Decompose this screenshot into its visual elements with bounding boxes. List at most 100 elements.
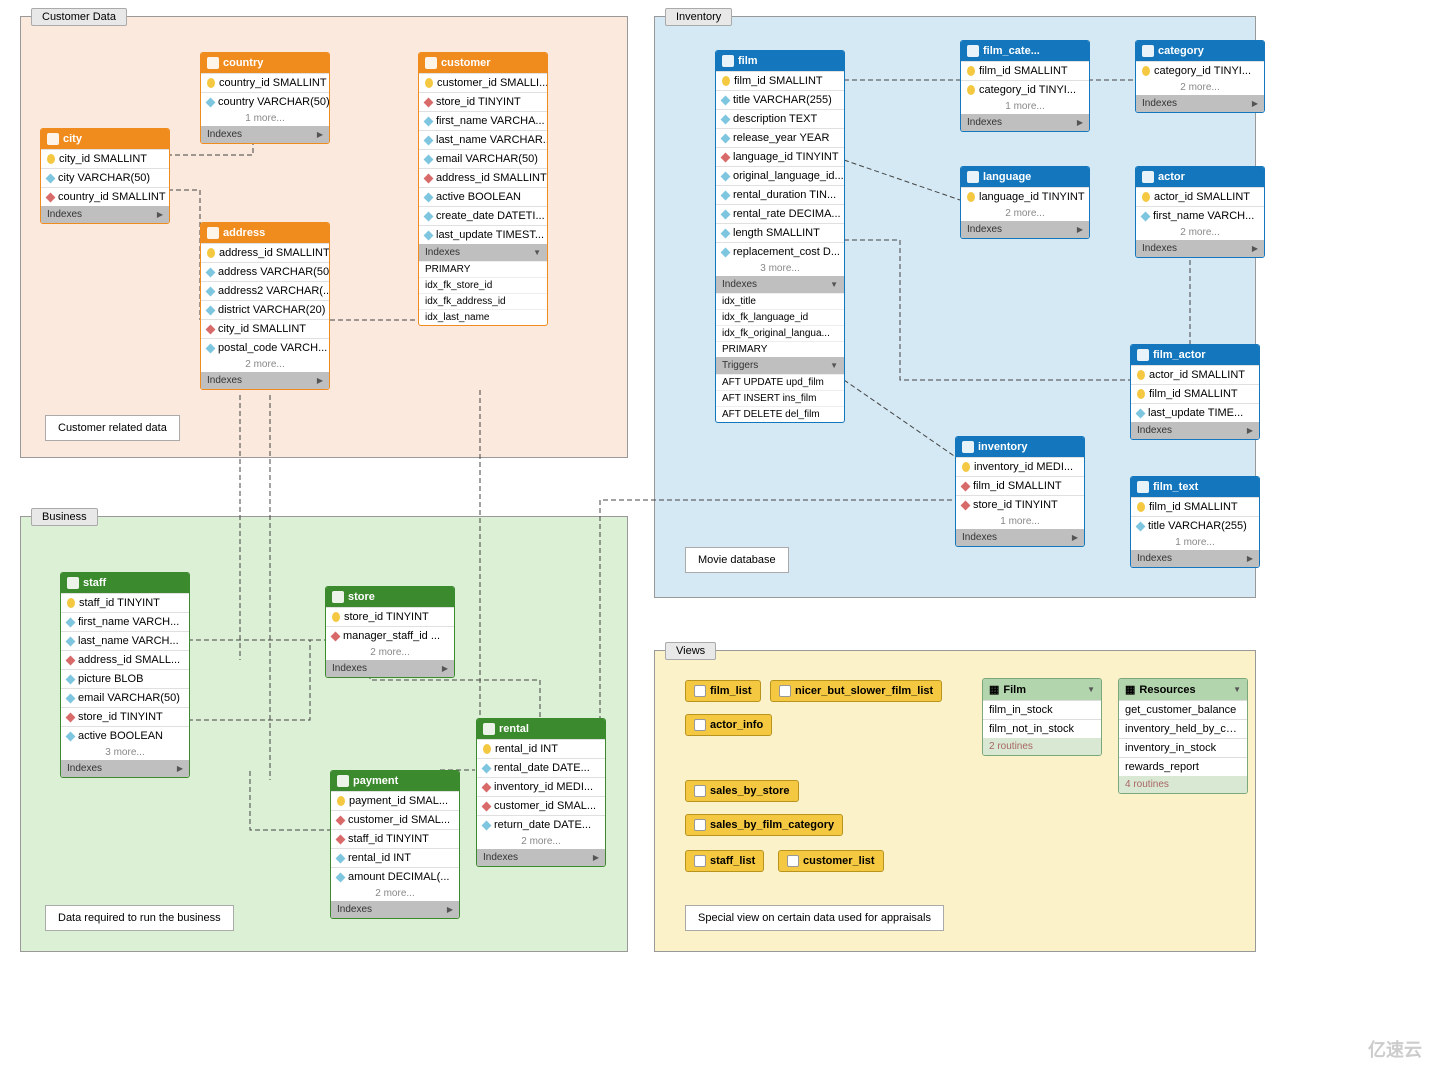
table-customer[interactable]: customercustomer_id SMALLI...store_id TI… — [418, 52, 548, 326]
column-row[interactable]: rental_date DATE... — [477, 758, 605, 777]
table-header[interactable]: film_cate... — [961, 41, 1089, 61]
column-row[interactable]: title VARCHAR(255) — [716, 90, 844, 109]
routine-row[interactable]: film_in_stock — [983, 700, 1101, 719]
section-indexes[interactable]: Indexes▶ — [61, 760, 189, 777]
column-row[interactable]: first_name VARCH... — [1136, 206, 1264, 225]
column-row[interactable]: last_name VARCHAR... — [419, 130, 547, 149]
section-indexes[interactable]: Indexes▶ — [956, 529, 1084, 546]
column-row[interactable]: picture BLOB — [61, 669, 189, 688]
column-row[interactable]: last_update TIMEST... — [419, 225, 547, 244]
column-row[interactable]: description TEXT — [716, 109, 844, 128]
routine-row[interactable]: get_customer_balance — [1119, 700, 1247, 719]
column-row[interactable]: address2 VARCHAR(... — [201, 281, 329, 300]
table-header[interactable]: address — [201, 223, 329, 243]
table-header[interactable]: city — [41, 129, 169, 149]
table-category[interactable]: categorycategory_id TINYI...2 more...Ind… — [1135, 40, 1265, 113]
column-row[interactable]: first_name VARCH... — [61, 612, 189, 631]
section-indexes[interactable]: Indexes▶ — [326, 660, 454, 677]
section-indexes[interactable]: Indexes▼ — [419, 244, 547, 261]
column-row[interactable]: film_id SMALLINT — [1131, 497, 1259, 516]
table-header[interactable]: store — [326, 587, 454, 607]
view-staff_list[interactable]: staff_list — [685, 850, 764, 872]
table-header[interactable]: inventory — [956, 437, 1084, 457]
index-row[interactable]: PRIMARY — [716, 341, 844, 357]
column-row[interactable]: address_id SMALLINT — [201, 243, 329, 262]
column-row[interactable]: active BOOLEAN — [419, 187, 547, 206]
column-row[interactable]: manager_staff_id ... — [326, 626, 454, 645]
more-indicator[interactable]: 2 more... — [1136, 225, 1264, 240]
table-header[interactable]: staff — [61, 573, 189, 593]
column-row[interactable]: rental_duration TIN... — [716, 185, 844, 204]
column-row[interactable]: amount DECIMAL(... — [331, 867, 459, 886]
column-row[interactable]: last_name VARCH... — [61, 631, 189, 650]
more-indicator[interactable]: 1 more... — [961, 99, 1089, 114]
more-indicator[interactable]: 1 more... — [1131, 535, 1259, 550]
column-row[interactable]: postal_code VARCH... — [201, 338, 329, 357]
column-row[interactable]: inventory_id MEDI... — [956, 457, 1084, 476]
column-row[interactable]: city VARCHAR(50) — [41, 168, 169, 187]
section-indexes[interactable]: Indexes▼ — [716, 276, 844, 293]
column-row[interactable]: return_date DATE... — [477, 815, 605, 834]
table-payment[interactable]: paymentpayment_id SMAL...customer_id SMA… — [330, 770, 460, 919]
column-row[interactable]: last_update TIME... — [1131, 403, 1259, 422]
column-row[interactable]: original_language_id... — [716, 166, 844, 185]
more-indicator[interactable]: 2 more... — [477, 834, 605, 849]
more-indicator[interactable]: 1 more... — [956, 514, 1084, 529]
section-indexes[interactable]: Indexes▶ — [961, 221, 1089, 238]
table-inventory_t[interactable]: inventoryinventory_id MEDI...film_id SMA… — [955, 436, 1085, 547]
more-indicator[interactable]: 3 more... — [716, 261, 844, 276]
column-row[interactable]: store_id TINYINT — [419, 92, 547, 111]
column-row[interactable]: customer_id SMAL... — [477, 796, 605, 815]
column-row[interactable]: release_year YEAR — [716, 128, 844, 147]
table-film_text[interactable]: film_textfilm_id SMALLINTtitle VARCHAR(2… — [1130, 476, 1260, 568]
more-indicator[interactable]: 1 more... — [201, 111, 329, 126]
table-staff[interactable]: staffstaff_id TINYINTfirst_name VARCH...… — [60, 572, 190, 778]
table-header[interactable]: payment — [331, 771, 459, 791]
column-row[interactable]: customer_id SMALLI... — [419, 73, 547, 92]
column-row[interactable]: city_id SMALLINT — [201, 319, 329, 338]
column-row[interactable]: address_id SMALL... — [61, 650, 189, 669]
table-film_category[interactable]: film_cate...film_id SMALLINTcategory_id … — [960, 40, 1090, 132]
table-header[interactable]: language — [961, 167, 1089, 187]
index-row[interactable]: AFT UPDATE upd_film — [716, 374, 844, 390]
table-language[interactable]: languagelanguage_id TINYINT2 more...Inde… — [960, 166, 1090, 239]
section-indexes[interactable]: Indexes▶ — [201, 126, 329, 143]
table-header[interactable]: country — [201, 53, 329, 73]
more-indicator[interactable]: 2 more... — [331, 886, 459, 901]
column-row[interactable]: store_id TINYINT — [326, 607, 454, 626]
index-row[interactable]: idx_fk_store_id — [419, 277, 547, 293]
column-row[interactable]: rental_rate DECIMA... — [716, 204, 844, 223]
table-rental[interactable]: rentalrental_id INTrental_date DATE...in… — [476, 718, 606, 867]
more-indicator[interactable]: 3 more... — [61, 745, 189, 760]
column-row[interactable]: category_id TINYI... — [961, 80, 1089, 99]
column-row[interactable]: staff_id TINYINT — [331, 829, 459, 848]
table-header[interactable]: category — [1136, 41, 1264, 61]
index-row[interactable]: idx_last_name — [419, 309, 547, 325]
more-indicator[interactable]: 2 more... — [201, 357, 329, 372]
table-header[interactable]: actor — [1136, 167, 1264, 187]
section-indexes[interactable]: Indexes▶ — [1136, 240, 1264, 257]
section-indexes[interactable]: Indexes▶ — [41, 206, 169, 223]
column-row[interactable]: address_id SMALLINT — [419, 168, 547, 187]
table-film_actor[interactable]: film_actoractor_id SMALLINTfilm_id SMALL… — [1130, 344, 1260, 440]
column-row[interactable]: country_id SMALLINT — [41, 187, 169, 206]
column-row[interactable]: create_date DATETI... — [419, 206, 547, 225]
column-row[interactable]: length SMALLINT — [716, 223, 844, 242]
section-indexes[interactable]: Indexes▶ — [1131, 550, 1259, 567]
table-actor[interactable]: actoractor_id SMALLINTfirst_name VARCH..… — [1135, 166, 1265, 258]
routine-row[interactable]: rewards_report — [1119, 757, 1247, 776]
column-row[interactable]: country VARCHAR(50) — [201, 92, 329, 111]
table-country[interactable]: countrycountry_id SMALLINTcountry VARCHA… — [200, 52, 330, 144]
index-row[interactable]: idx_title — [716, 293, 844, 309]
index-row[interactable]: AFT DELETE del_film — [716, 406, 844, 422]
column-row[interactable]: customer_id SMAL... — [331, 810, 459, 829]
column-row[interactable]: city_id SMALLINT — [41, 149, 169, 168]
table-film[interactable]: filmfilm_id SMALLINTtitle VARCHAR(255)de… — [715, 50, 845, 423]
view-nicer_but_slower_film_list[interactable]: nicer_but_slower_film_list — [770, 680, 942, 702]
view-customer_list[interactable]: customer_list — [778, 850, 884, 872]
section-triggers[interactable]: Triggers▼ — [716, 357, 844, 374]
view-actor_info[interactable]: actor_info — [685, 714, 772, 736]
section-indexes[interactable]: Indexes▶ — [1136, 95, 1264, 112]
section-indexes[interactable]: Indexes▶ — [477, 849, 605, 866]
column-row[interactable]: title VARCHAR(255) — [1131, 516, 1259, 535]
